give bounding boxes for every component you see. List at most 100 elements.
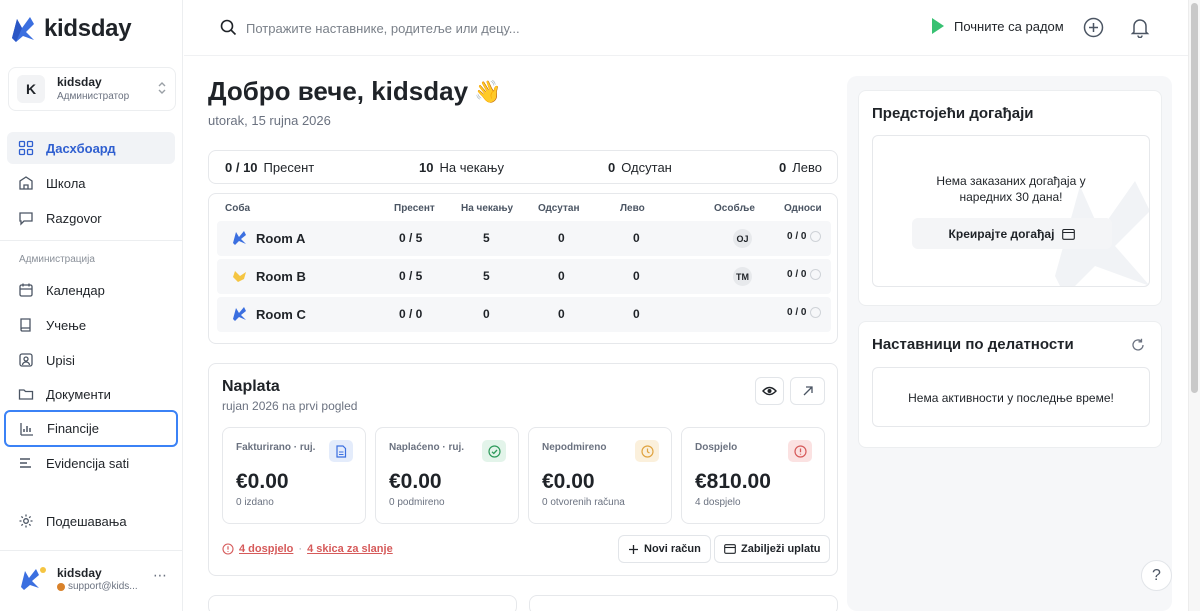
add-circle-icon[interactable] [1083, 17, 1104, 38]
account-switcher[interactable]: K kidsday Администратор [8, 67, 176, 111]
sidebar-section-admin: Администрација [19, 254, 95, 265]
sidebar-divider [0, 240, 183, 241]
progress-circle-icon [810, 269, 822, 280]
user-profile[interactable]: kidsday support@kids... ⋯ [0, 550, 183, 611]
table-row[interactable]: Room C 0 / 0 0 0 0 0 / 0 [217, 297, 831, 332]
rooms-table: Соба Пресент На чекању Одсутан Лево Особ… [208, 193, 838, 344]
room-name: Room A [256, 230, 306, 246]
calendar-icon [1062, 228, 1076, 240]
billing-alert: 4 dospjelo · 4 skica za slanje [222, 543, 393, 555]
sidebar-item-timesheets[interactable]: Evidencija sati [7, 447, 175, 479]
stat-overdue[interactable]: Dospjelo €810.00 4 dospjelo [681, 427, 825, 524]
toggle-visibility-button[interactable] [755, 377, 784, 405]
room-icon [233, 307, 246, 321]
stat-note: 0 otvorenih računa [542, 497, 625, 508]
room-absent: 0 [558, 231, 565, 245]
school-icon [19, 176, 33, 190]
staff-avatar[interactable]: TM [733, 267, 752, 286]
room-icon [233, 231, 246, 245]
open-billing-button[interactable] [790, 377, 825, 405]
stat-invoiced[interactable]: Fakturirano · ruj. €0.00 0 izdano [222, 427, 366, 524]
help-button[interactable]: ? [1141, 560, 1172, 591]
table-row[interactable]: Room B 0 / 5 5 0 0 TM 0 / 0 [217, 259, 831, 294]
stat-outstanding[interactable]: Nepodmireno €0.00 0 otvorenih računa [528, 427, 672, 524]
wave-emoji: 👋 [474, 78, 502, 104]
room-left: 0 [633, 307, 640, 321]
brand-logo[interactable]: kidsday [8, 14, 132, 44]
column-header-present: Пресент [394, 203, 435, 214]
stat-value: €0.00 [542, 470, 595, 493]
page-title: Добро вече, kidsday 👋 [208, 76, 501, 107]
room-present: 0 / 5 [399, 231, 423, 245]
user-icon [19, 353, 33, 367]
more-options-icon[interactable]: ⋯ [153, 567, 168, 584]
summary-absent-label: Одсутан [621, 160, 672, 175]
overdue-link[interactable]: 4 dospjelo [239, 543, 293, 555]
sidebar-item-school[interactable]: Школа [7, 167, 175, 199]
summary-left-count: 0 [779, 160, 787, 175]
column-header-relations: Односи [784, 203, 822, 214]
staff-avatar[interactable]: OJ [733, 229, 752, 248]
refresh-icon[interactable] [1131, 338, 1145, 352]
create-event-button[interactable]: Креирајте догађај [912, 218, 1112, 249]
room-name: Room B [256, 268, 306, 284]
sidebar-item-label: Документи [46, 386, 111, 402]
room-waiting: 0 [483, 307, 490, 321]
summary-present-count: 0 / 10 [225, 160, 258, 175]
billing-card: Naplata rujan 2026 na prvi pogled Faktur… [208, 363, 838, 576]
get-started-button[interactable]: Почните са радом [930, 17, 1064, 35]
chart-icon [20, 422, 33, 436]
room-relations-value: 0 / 0 [787, 231, 807, 242]
room-left: 0 [633, 269, 640, 283]
chat-icon [19, 212, 33, 226]
account-name: kidsday [57, 74, 102, 89]
clock-icon [635, 440, 659, 462]
room-absent: 0 [558, 307, 565, 321]
create-event-label: Креирајте догађај [948, 226, 1055, 241]
bell-icon[interactable] [1130, 17, 1150, 38]
right-panel: Предстојећи догађаји Нема заказаних дога… [847, 76, 1172, 611]
kidsday-logo-icon [12, 17, 34, 42]
column-header-room: Соба [225, 203, 251, 214]
sidebar-item-dashboard[interactable]: Дасхбоард [7, 132, 175, 164]
record-payment-button[interactable]: Zabilježi uplatu [714, 535, 831, 563]
sidebar-item-documents[interactable]: Документи [7, 378, 175, 410]
scrollbar-thumb[interactable] [1191, 3, 1198, 393]
sidebar-item-settings[interactable]: Подешавања [7, 505, 175, 537]
account-avatar: K [17, 75, 45, 103]
progress-circle-icon [810, 231, 822, 242]
room-present: 0 / 0 [399, 307, 423, 321]
greeting-text: Добро вече, kidsday [208, 76, 469, 106]
search-icon [220, 19, 237, 36]
summary-left-label: Лево [792, 160, 822, 175]
sidebar-item-label: Календар [46, 282, 105, 298]
page-scrollbar[interactable] [1188, 0, 1200, 611]
stat-note: 0 izdano [236, 497, 274, 508]
table-row[interactable]: Room A 0 / 5 5 0 0 OJ 0 / 0 [217, 221, 831, 256]
user-email-row: support@kids... [57, 581, 138, 592]
summary-waiting-label: На чекању [439, 160, 504, 175]
search-input[interactable] [246, 17, 646, 39]
stat-collected[interactable]: Naplaćeno · ruj. €0.00 0 podmireno [375, 427, 519, 524]
user-email: support@kids... [68, 581, 138, 592]
billing-title: Naplata [222, 378, 280, 395]
sidebar-item-learning[interactable]: Учење [7, 309, 175, 341]
credit-card-icon [724, 544, 736, 554]
book-icon [20, 318, 31, 332]
sidebar-item-enrollments[interactable]: Upisi [7, 344, 175, 376]
teachers-activity-card: Наставници по делатности Нема активности… [858, 321, 1162, 448]
summary-waiting: 10 На чекању [419, 160, 504, 175]
new-invoice-button[interactable]: Novi račun [618, 535, 711, 563]
sidebar-item-label: Evidencija sati [46, 455, 130, 471]
sidebar-item-finance[interactable]: Financije [4, 410, 178, 447]
plus-icon [629, 544, 638, 554]
calendar-icon [19, 283, 33, 297]
sidebar-item-chat[interactable]: Razgovor [7, 202, 175, 234]
room-relations: 0 / 0 [787, 231, 822, 242]
summary-left: 0 Лево [779, 160, 822, 175]
summary-present: 0 / 10 Пресент [225, 160, 314, 175]
drafts-link[interactable]: 4 skica za slanje [307, 543, 393, 555]
document-icon [329, 440, 353, 462]
user-name: kidsday [57, 566, 102, 580]
sidebar-item-calendar[interactable]: Календар [7, 274, 175, 306]
